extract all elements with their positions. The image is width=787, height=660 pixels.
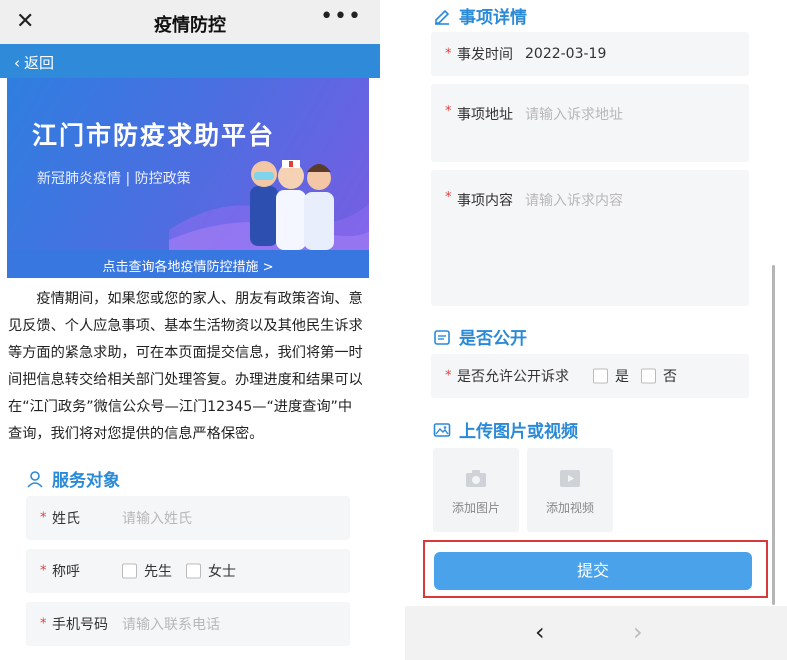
divider-gap [380, 0, 405, 660]
details-section-title: 事项详情 [459, 8, 527, 28]
incident-address-label: 事项地址 [457, 107, 513, 123]
public-section-header: 是否公开 [433, 324, 527, 349]
add-video-label: 添加视频 [545, 501, 594, 515]
salutation-label: 称呼 [52, 564, 80, 580]
salutation-mr-label: 先生 [144, 564, 172, 580]
incident-date-value[interactable]: 2022-03-19 [525, 46, 606, 62]
required-mark: * [445, 368, 452, 384]
upload-section-header: 上传图片或视频 [433, 417, 578, 442]
incident-date-label: 事发时间 [457, 47, 513, 63]
allow-public-no-checkbox[interactable] [641, 368, 656, 384]
details-section-header: 事项详情 [433, 3, 527, 28]
back-label: 返回 [24, 54, 55, 72]
submit-button[interactable]: 提交 [434, 552, 752, 590]
banner-subtitle: 新冠肺炎疫情 | 防控政策 [37, 171, 191, 187]
incident-address-field[interactable]: * 事项地址 请输入诉求地址 [431, 84, 749, 162]
left-phone-screen: ✕ 疫情防控 ••• ‹ 返回 江门市防疫求助平台 新冠肺炎疫情 | 防控政策 点… [0, 0, 380, 660]
required-mark: * [40, 563, 47, 579]
person-icon [27, 470, 43, 488]
more-icon[interactable]: ••• [320, 4, 362, 29]
add-image-label: 添加图片 [451, 501, 500, 515]
allow-public-field: * 是否允许公开诉求 是 否 [431, 354, 749, 398]
incident-content-label: 事项内容 [457, 193, 513, 209]
salutation-ms-checkbox[interactable] [186, 563, 201, 579]
submit-highlight-box: 提交 [423, 540, 768, 598]
allow-public-yes-label: 是 [615, 369, 629, 385]
surname-field[interactable]: * 姓氏 请输入姓氏 [26, 496, 350, 540]
medical-staff-illustration [250, 160, 334, 250]
right-phone-screen: 事项详情 * 事发时间 2022-03-19 * 事项地址 请输入诉求地址 * … [405, 0, 787, 660]
required-mark: * [445, 190, 452, 205]
required-mark: * [445, 46, 452, 62]
image-icon [433, 422, 451, 437]
platform-banner: 江门市防疫求助平台 新冠肺炎疫情 | 防控政策 点击查询各地疫情防控措施 > [7, 78, 369, 278]
video-icon [560, 470, 580, 487]
salutation-field: * 称呼 先生 女士 [26, 549, 350, 593]
incident-date-field[interactable]: * 事发时间 2022-03-19 [431, 32, 749, 76]
chevron-left-icon: ‹ [14, 54, 20, 72]
intro-paragraph: 疫情期间，如果您或您的家人、朋友有政策咨询、意见反馈、个人应急事项、基本生活物资… [8, 291, 363, 442]
surname-input[interactable]: 请输入姓氏 [122, 508, 192, 528]
required-mark: * [40, 510, 47, 526]
service-section-title: 服务对象 [52, 471, 120, 491]
salutation-mr-checkbox[interactable] [122, 563, 137, 579]
scrollbar[interactable] [772, 265, 775, 605]
incident-address-input[interactable]: 请输入诉求地址 [525, 104, 623, 124]
browser-bottom-bar: ‹ › [405, 606, 787, 660]
add-image-button[interactable]: 添加图片 [433, 448, 519, 532]
upload-section-title: 上传图片或视频 [459, 422, 578, 442]
public-section-title: 是否公开 [459, 329, 527, 349]
add-video-button[interactable]: 添加视频 [527, 448, 613, 532]
required-mark: * [445, 104, 452, 119]
phone-input[interactable]: 请输入联系电话 [122, 614, 220, 634]
incident-content-input[interactable]: 请输入诉求内容 [525, 190, 623, 210]
measures-query-link[interactable]: 点击查询各地疫情防控措施 > [7, 250, 369, 278]
service-section-header: 服务对象 [26, 466, 120, 491]
forward-nav-icon[interactable]: › [633, 618, 643, 646]
edit-icon [435, 9, 450, 25]
camera-icon [466, 470, 486, 487]
required-mark: * [40, 616, 47, 632]
allow-public-label: 是否允许公开诉求 [457, 369, 569, 385]
calendar-icon [434, 329, 450, 345]
back-button[interactable]: ‹ 返回 [0, 44, 380, 78]
allow-public-yes-checkbox[interactable] [593, 368, 608, 384]
surname-label: 姓氏 [52, 511, 80, 527]
allow-public-no-label: 否 [663, 369, 677, 385]
incident-content-field[interactable]: * 事项内容 请输入诉求内容 [431, 170, 749, 306]
back-nav-icon[interactable]: ‹ [535, 618, 545, 646]
banner-title: 江门市防疫求助平台 [32, 121, 276, 150]
phone-label: 手机号码 [52, 617, 108, 633]
phone-field[interactable]: * 手机号码 请输入联系电话 [26, 602, 350, 646]
top-nav-bar: ✕ 疫情防控 ••• [0, 0, 380, 44]
salutation-ms-label: 女士 [208, 564, 236, 580]
